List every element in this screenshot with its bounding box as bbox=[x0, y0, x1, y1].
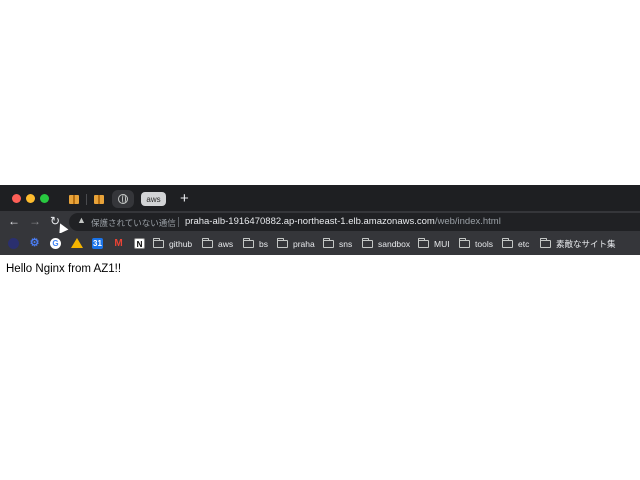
navigation-toolbar: ← → ↻ ▲ 保護されていない通信 praha-alb-1916470882.… bbox=[0, 211, 640, 234]
security-status-text[interactable]: 保護されていない通信 bbox=[91, 217, 176, 229]
bookmark-folder-sandbox[interactable]: sandbox bbox=[362, 238, 410, 250]
bookmark-folder-label: sandbox bbox=[378, 239, 411, 249]
bookmarks-bar: ⚙ G 31 M N github aws bs praha sns sandb… bbox=[0, 233, 640, 255]
bookmark-folder-label: aws bbox=[218, 239, 234, 249]
folder-icon bbox=[323, 238, 334, 248]
forward-arrow-icon[interactable]: → bbox=[29, 215, 41, 228]
bookmark-folder-sns[interactable]: sns bbox=[323, 238, 352, 250]
bookmark-folder-mui[interactable]: MUI bbox=[418, 238, 450, 250]
address-bar[interactable]: ▲ 保護されていない通信 praha-alb-1916470882.ap-nor… bbox=[69, 213, 640, 231]
gmail-icon[interactable]: M bbox=[113, 238, 124, 249]
bookmark-folder-label: github bbox=[169, 239, 193, 249]
folder-icon bbox=[153, 238, 164, 248]
url-text[interactable]: praha-alb-1916470882.ap-northeast-1.elb.… bbox=[185, 216, 501, 227]
bookmark-folder-bs[interactable]: bs bbox=[243, 238, 268, 250]
warning-triangle-icon[interactable]: ▲ bbox=[77, 215, 86, 225]
folder-icon bbox=[277, 238, 288, 248]
url-path: /web/index.html bbox=[434, 216, 501, 227]
tab-active-page[interactable] bbox=[112, 190, 134, 208]
back-arrow-icon[interactable]: ← bbox=[8, 215, 20, 228]
page-body-text: Hello Nginx from AZ1!! bbox=[6, 263, 122, 275]
aws-box-icon bbox=[69, 194, 79, 204]
tab-group-aws[interactable]: aws bbox=[141, 192, 166, 206]
address-bar-divider bbox=[178, 217, 179, 227]
bookmark-folder-label: tools bbox=[475, 239, 493, 249]
notion-icon[interactable]: N bbox=[134, 238, 145, 249]
url-host: praha-alb-1916470882.ap-northeast-1.elb.… bbox=[185, 216, 435, 227]
folder-icon bbox=[418, 238, 429, 248]
google-drive-icon[interactable] bbox=[71, 238, 83, 248]
bookmark-folder-nice-sites[interactable]: 素敵なサイト集 bbox=[540, 238, 616, 250]
google-icon[interactable]: G bbox=[50, 238, 61, 249]
tab-strip: aws + bbox=[0, 185, 640, 211]
tab-divider bbox=[86, 194, 87, 205]
globe-icon bbox=[118, 194, 128, 204]
desktop-background bbox=[0, 0, 640, 185]
folder-icon bbox=[459, 238, 470, 248]
bookmark-folder-aws[interactable]: aws bbox=[202, 238, 233, 250]
folder-icon bbox=[243, 238, 254, 248]
tab-group-label: aws bbox=[146, 194, 161, 204]
close-window-button[interactable] bbox=[12, 194, 21, 203]
maximize-window-button[interactable] bbox=[40, 194, 49, 203]
app-icon[interactable] bbox=[8, 238, 19, 249]
folder-icon bbox=[540, 238, 551, 248]
folder-icon bbox=[502, 238, 513, 248]
browser-window: aws + ← → ↻ ▲ 保護されていない通信 praha-alb-19164… bbox=[0, 185, 640, 255]
bookmark-folder-praha[interactable]: praha bbox=[277, 238, 315, 250]
bookmark-folder-tools[interactable]: tools bbox=[459, 238, 493, 250]
bookmark-folder-label: MUI bbox=[434, 239, 450, 249]
minimize-window-button[interactable] bbox=[26, 194, 35, 203]
bookmark-folder-label: 素敵なサイト集 bbox=[556, 239, 616, 249]
gear-icon[interactable]: ⚙ bbox=[29, 238, 40, 249]
tab-aws-console-2[interactable] bbox=[89, 190, 109, 208]
bookmark-folder-label: etc bbox=[518, 239, 530, 249]
calendar-icon[interactable]: 31 bbox=[92, 238, 103, 249]
folder-icon bbox=[202, 238, 213, 248]
bookmark-folder-label: sns bbox=[339, 239, 353, 249]
bookmark-folder-etc[interactable]: etc bbox=[502, 238, 529, 250]
bookmark-folder-github[interactable]: github bbox=[153, 238, 192, 250]
bookmark-folder-label: bs bbox=[259, 239, 268, 249]
tab-aws-console-1[interactable] bbox=[64, 190, 84, 208]
bookmark-folder-label: praha bbox=[293, 239, 315, 249]
folder-icon bbox=[362, 238, 373, 248]
aws-box-icon bbox=[94, 194, 104, 204]
new-tab-button[interactable]: + bbox=[180, 191, 189, 206]
